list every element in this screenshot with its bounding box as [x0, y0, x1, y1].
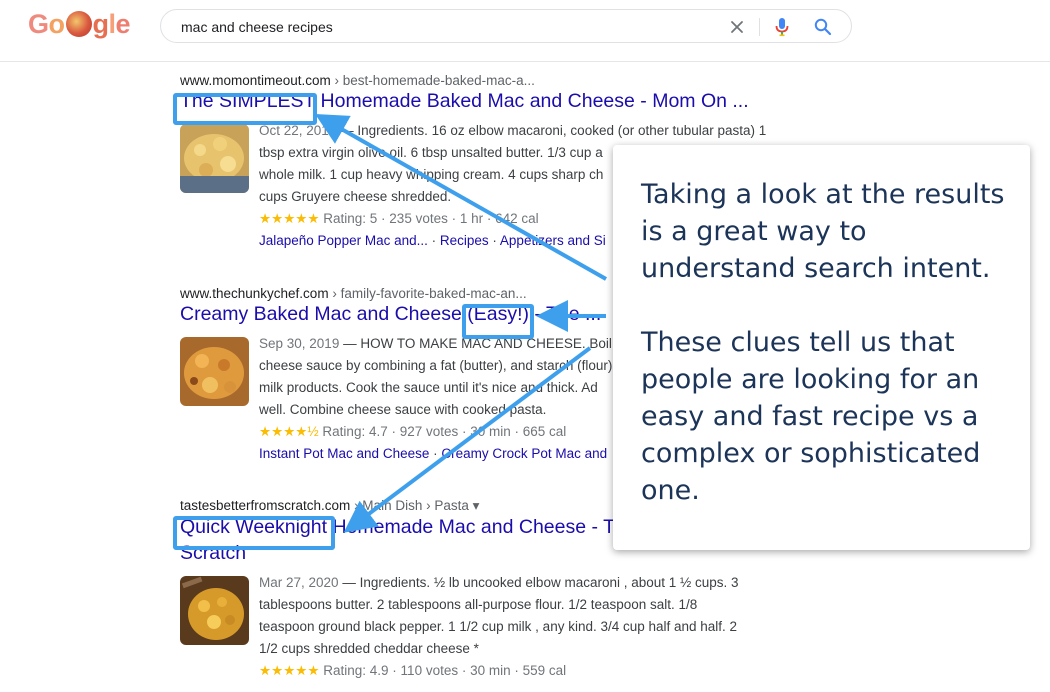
sitelink[interactable]: Appetizers and Si: [500, 233, 606, 248]
search-input[interactable]: [181, 17, 701, 37]
logo-letter-o: o: [48, 9, 66, 39]
clear-button[interactable]: [727, 17, 747, 37]
mac-and-cheese-image: [180, 124, 249, 193]
highlight-box-easy: [462, 304, 534, 339]
result-path: › Main Dish › Pasta: [350, 498, 469, 513]
callout-paragraph-2: These clues tell us that people are look…: [641, 327, 981, 506]
star-rating-icon: ★★★★★: [259, 211, 320, 226]
result-cite[interactable]: tastesbetterfromscratch.com › Main Dish …: [180, 498, 615, 514]
annotation-callout: Taking a look at the results is a great …: [613, 145, 1030, 550]
logo-letter-e: e: [115, 9, 131, 39]
result-cite[interactable]: www.thechunkychef.com › family-favorite-…: [180, 286, 601, 301]
close-icon: [731, 21, 743, 33]
snippet-line: — Ingredients. ½ lb uncooked elbow macar…: [338, 575, 739, 590]
highlight-box-quick-weeknight: [173, 516, 335, 550]
sitelink[interactable]: Instant Pot Mac and Cheese: [259, 446, 429, 461]
result-site: www.momontimeout.com: [180, 73, 331, 88]
star-rating-icon: ★★★★★: [259, 663, 320, 678]
rating-text: Rating: 5 · 235 votes · 1 hr · 642 cal: [319, 211, 539, 226]
result-title[interactable]: Creamy Baked Mac and Cheese (Easy!) - Th…: [180, 301, 601, 327]
logo-letter-l: l: [108, 9, 117, 39]
mac-and-cheese-image: [180, 576, 249, 645]
snippet-line: well. Combine cheese sauce with cooked p…: [259, 402, 547, 417]
result-rating: ★★★★½ Rating: 4.7 · 927 votes · 30 min ·…: [259, 421, 626, 443]
result-date: Sep 30, 2019: [259, 336, 340, 351]
google-doodle-logo[interactable]: Go gle: [28, 9, 131, 40]
result-path: › family-favorite-baked-mac-an...: [328, 286, 527, 301]
snippet-line: — Ingredients. 16 oz elbow macaroni, coo…: [336, 123, 767, 138]
snippet-line: 1/2 cups shredded cheddar cheese *: [259, 641, 479, 656]
result-sitelinks: Instant Pot Mac and Cheese · Creamy Croc…: [259, 446, 608, 461]
search-result-2: www.thechunkychef.com › family-favorite-…: [180, 286, 626, 461]
snippet-line: cheese sauce by combining a fat (butter)…: [259, 358, 626, 373]
sitelink[interactable]: Creamy Crock Pot Mac and: [441, 446, 607, 461]
star-rating-icon: ★★★★½: [259, 424, 319, 439]
result-site: tastesbetterfromscratch.com: [180, 498, 351, 513]
result-thumbnail[interactable]: [180, 576, 249, 645]
voice-search-button[interactable]: [773, 17, 791, 37]
result-site: www.thechunkychef.com: [180, 286, 329, 301]
result-snippet: Sep 30, 2019 — HOW TO MAKE MAC AND CHEES…: [259, 333, 626, 465]
result-rating: ★★★★★ Rating: 4.9 · 110 votes · 30 min ·…: [259, 660, 739, 682]
search-icon: [814, 18, 832, 36]
mac-and-cheese-image: [180, 337, 249, 406]
result-thumbnail[interactable]: [180, 337, 249, 406]
result-cite[interactable]: www.momontimeout.com › best-homemade-bak…: [180, 73, 749, 88]
search-button[interactable]: [813, 17, 833, 37]
result-snippet: Mar 27, 2020 — Ingredients. ½ lb uncooke…: [259, 572, 739, 682]
snippet-line: teaspoon ground black pepper. 1 1/2 cup …: [259, 619, 738, 634]
rating-text: Rating: 4.7 · 927 votes · 30 min · 665 c…: [318, 424, 567, 439]
logo-letter-g: G: [28, 9, 49, 39]
search-box: [160, 9, 852, 43]
logo-letter-g2: g: [92, 9, 110, 39]
result-date: Oct 22, 2018: [259, 123, 337, 138]
highlight-box-simplest: [173, 93, 317, 125]
microphone-icon: [775, 18, 789, 37]
snippet-line: tablespoons butter. 2 tablespoons all-pu…: [259, 597, 698, 612]
result-date: Mar 27, 2020: [259, 575, 339, 590]
sitelink[interactable]: Recipes: [440, 233, 489, 248]
doodle-icon: [65, 11, 92, 37]
dropdown-arrow-icon[interactable]: ▾: [469, 498, 480, 513]
result-thumbnail[interactable]: [180, 124, 249, 193]
search-divider: [759, 18, 760, 36]
callout-paragraph-1: Taking a look at the results is a great …: [641, 179, 1005, 284]
result-path: › best-homemade-baked-mac-a...: [330, 73, 535, 88]
sitelink[interactable]: Jalapeño Popper Mac and...: [259, 233, 428, 248]
rating-text: Rating: 4.9 · 110 votes · 30 min · 559 c…: [319, 663, 567, 678]
search-header: Go gle: [0, 0, 1050, 62]
snippet-line: milk products. Cook the sauce until it's…: [259, 380, 598, 395]
